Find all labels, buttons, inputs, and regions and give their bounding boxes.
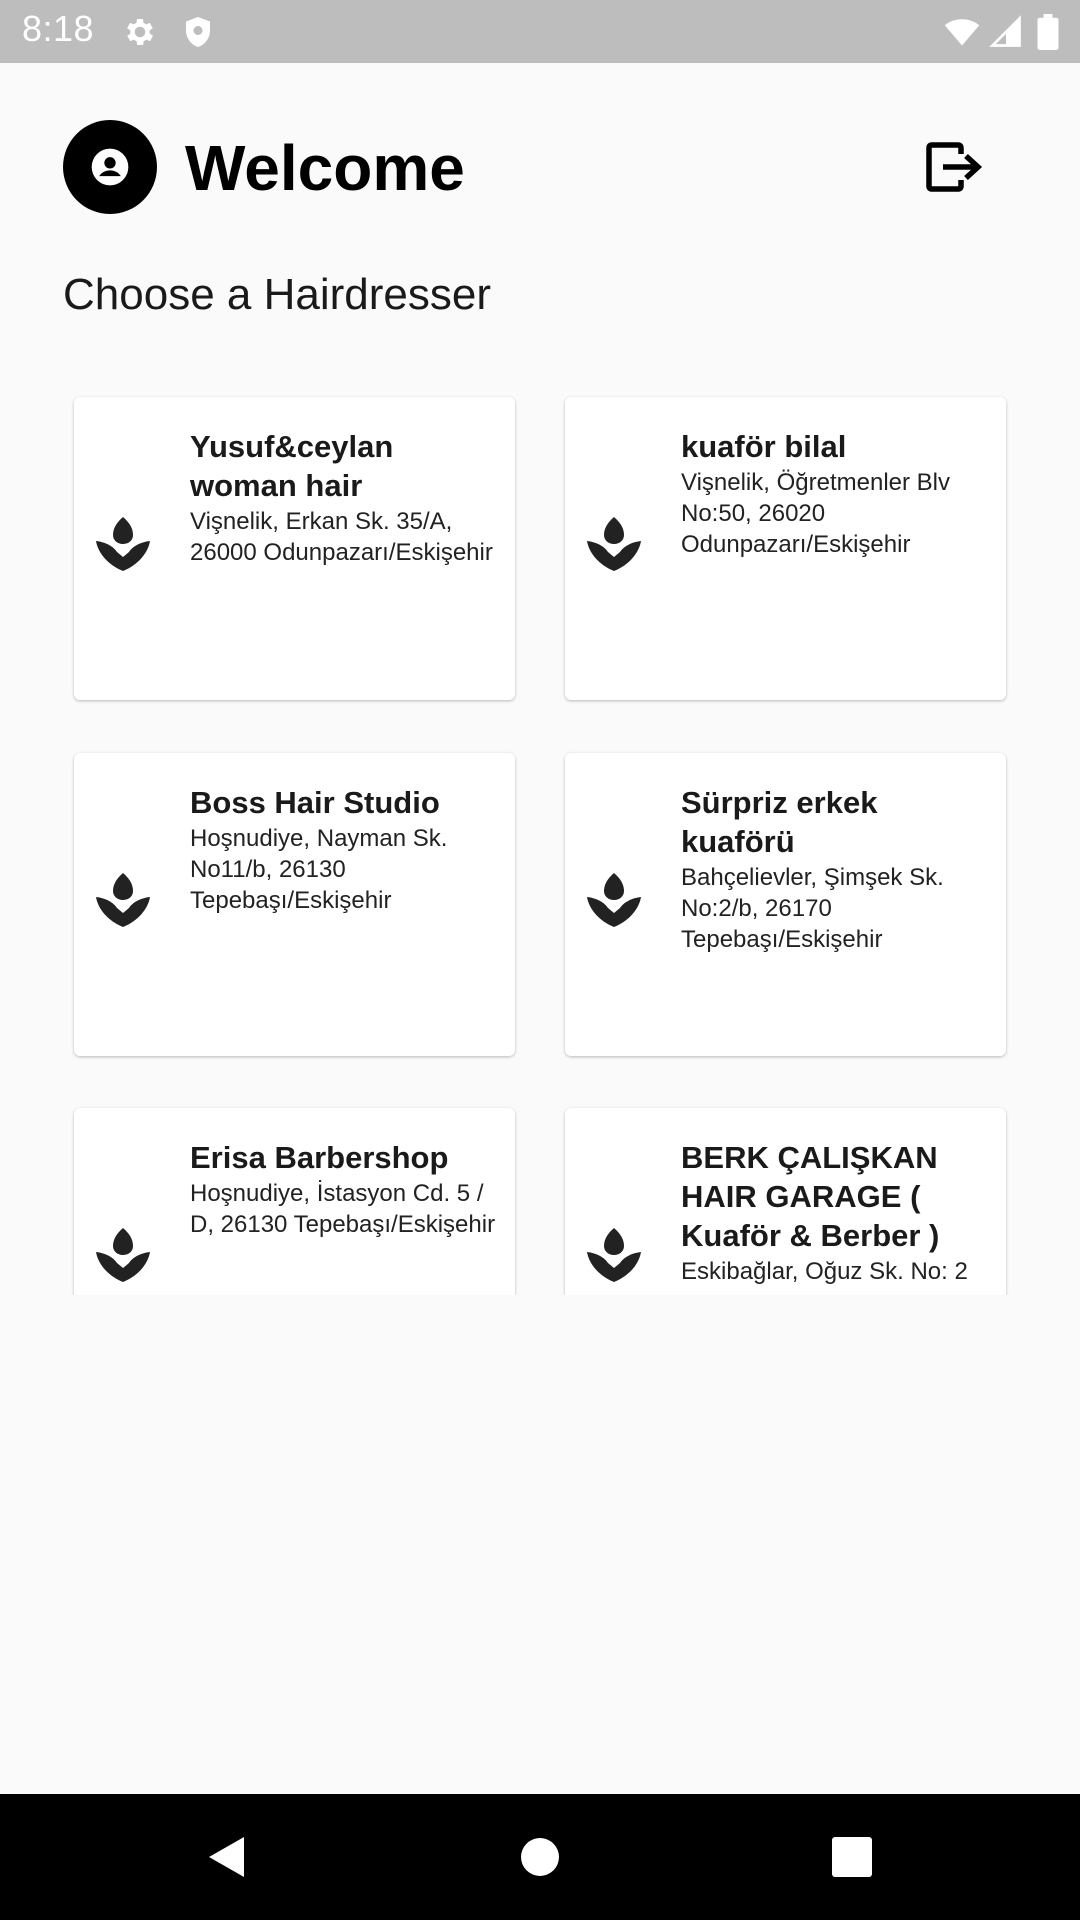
page-title: Welcome <box>185 132 465 204</box>
hairdresser-address: Vişnelik, Erkan Sk. 35/A, 26000 Odunpaza… <box>190 508 493 566</box>
spa-icon <box>96 1228 150 1282</box>
logout-icon <box>926 142 983 192</box>
hairdresser-name: Boss Hair Studio <box>190 785 440 820</box>
hairdresser-name: kuaför bilal <box>681 429 847 464</box>
navigation-bar <box>0 1794 1080 1920</box>
hairdresser-name: Erisa Barbershop <box>190 1140 449 1175</box>
hairdresser-card[interactable]: kuaför bilal Vişnelik, Öğretmenler Blv No… <box>565 397 1006 700</box>
signal-icon <box>988 14 1024 50</box>
section-subtitle: Choose a Hairdresser <box>63 270 491 319</box>
battery-icon <box>1036 14 1060 50</box>
hairdresser-name: Sürpriz erkek kuaförü <box>681 785 878 859</box>
hairdresser-card[interactable]: BERK ÇALIŞKAN HAIR GARAGE ( Kuaför & Ber… <box>565 1108 1006 1295</box>
spa-icon <box>587 1228 641 1282</box>
shield-icon <box>180 14 216 50</box>
hairdresser-card[interactable]: Sürpriz erkek kuaförü Bahçelievler, Şimşe… <box>565 753 1006 1056</box>
account-circle-icon <box>91 148 129 186</box>
hairdresser-card[interactable]: Boss Hair Studio Hoşnudiye, Nayman Sk. No… <box>74 753 515 1056</box>
card-text: Boss Hair Studio Hoşnudiye, Nayman Sk. No… <box>190 783 501 916</box>
card-text: Sürpriz erkek kuaförü Bahçelievler, Şimşe… <box>681 783 992 955</box>
hairdresser-grid[interactable]: Yusuf&ceylan woman hair Vişnelik, Erkan S… <box>0 380 1080 1295</box>
hairdresser-address: Vişnelik, Öğretmenler Blv No:50, 26020 O… <box>681 469 950 558</box>
card-text: Yusuf&ceylan woman hair Vişnelik, Erkan S… <box>190 427 501 568</box>
hairdresser-address: Hoşnudiye, Nayman Sk. No11/b, 26130 Tepe… <box>190 825 448 914</box>
card-text: BERK ÇALIŞKAN HAIR GARAGE ( Kuaför & Ber… <box>681 1138 992 1287</box>
hairdresser-address: Bahçelievler, Şimşek Sk. No:2/b, 26170 T… <box>681 864 944 953</box>
avatar[interactable] <box>63 120 157 214</box>
hairdresser-name: BERK ÇALIŞKAN HAIR GARAGE ( Kuaför & Ber… <box>681 1140 940 1253</box>
status-bar: 8:18 <box>0 0 1080 63</box>
logout-button[interactable] <box>926 140 984 194</box>
hairdresser-card[interactable]: Erisa Barbershop Hoşnudiye, İstasyon Cd. … <box>74 1108 515 1295</box>
hairdresser-card[interactable]: Yusuf&ceylan woman hair Vişnelik, Erkan S… <box>74 397 515 700</box>
hairdresser-name: Yusuf&ceylan woman hair <box>190 429 394 503</box>
hairdresser-address: Hoşnudiye, İstasyon Cd. 5 / D, 26130 Tep… <box>190 1180 496 1238</box>
recents-square-icon[interactable] <box>829 1834 875 1880</box>
wifi-icon <box>942 14 982 50</box>
home-circle-icon[interactable] <box>517 1834 563 1880</box>
gear-icon <box>122 14 158 50</box>
card-text: kuaför bilal Vişnelik, Öğretmenler Blv No… <box>681 427 992 560</box>
status-time: 8:18 <box>22 8 95 49</box>
hairdresser-address: Eskibağlar, Oğuz Sk. No: 2 <box>681 1258 968 1285</box>
back-triangle-icon[interactable] <box>204 1834 250 1880</box>
spa-icon <box>96 517 150 571</box>
card-text: Erisa Barbershop Hoşnudiye, İstasyon Cd. … <box>190 1138 501 1240</box>
spa-icon <box>96 873 150 927</box>
spa-icon <box>587 517 641 571</box>
spa-icon <box>587 873 641 927</box>
